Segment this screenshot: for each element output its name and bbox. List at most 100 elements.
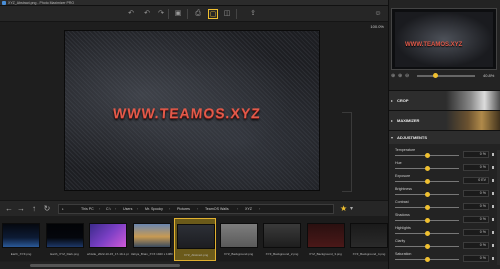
save-icon[interactable]: ▣: [173, 9, 183, 19]
filmstrip-scrollbar[interactable]: [0, 262, 388, 269]
section-label: MAXIMIZER: [397, 118, 420, 123]
adjustment-value-field[interactable]: 0 %: [463, 229, 489, 236]
section-label: ADJUSTMENTS: [397, 135, 428, 140]
scrollbar-thumb[interactable]: [30, 264, 180, 267]
adjustment-value-field[interactable]: 0 %: [463, 164, 489, 171]
breadcrumb-item[interactable]: This PC: [81, 205, 94, 214]
section-maximizer[interactable]: ▸ MAXIMIZER: [389, 110, 500, 130]
filmstrip-thumbnail[interactable]: Earth_XYZ_Dark.png: [44, 218, 86, 261]
adjustment-row-clarity: Clarity 0 %: [389, 239, 497, 251]
adjustment-value-field[interactable]: 0 %: [463, 255, 489, 262]
filmstrip-thumbnail[interactable]: XYZ_Background_3.png: [305, 218, 347, 261]
adjustment-slider-knob[interactable]: [425, 218, 430, 223]
undo-icon[interactable]: ↶: [126, 9, 136, 19]
breadcrumb-item[interactable]: XYZ: [245, 205, 252, 214]
breadcrumb-item[interactable]: C:\: [106, 205, 111, 214]
adjustment-value-field[interactable]: 0 %: [463, 151, 489, 158]
undo-all-icon[interactable]: ↶: [142, 9, 152, 19]
breadcrumb[interactable]: ▸ This PC › C:\ › Users › Mr. Spooky › P…: [58, 204, 334, 214]
toolbar-divider: [236, 9, 237, 19]
adjustment-slider-knob[interactable]: [425, 205, 430, 210]
breadcrumb-item[interactable]: TeamOS Walls: [205, 205, 229, 214]
print-icon[interactable]: ⎙: [193, 9, 203, 19]
adjustment-slider-knob[interactable]: [425, 231, 430, 236]
adjustment-slider-knob[interactable]: [425, 244, 430, 249]
adjustment-slider-knob[interactable]: [425, 166, 430, 171]
adjustment-slider-knob[interactable]: [425, 153, 430, 158]
zoom-level: 100.0%: [370, 24, 384, 29]
thumbnail-image: [89, 223, 127, 248]
filmstrip-thumbnail[interactable]: XYZ_Background_2.png: [261, 218, 303, 261]
adjustment-value-field[interactable]: 0 %: [463, 190, 489, 197]
up-icon[interactable]: ↑: [29, 204, 39, 214]
adjustment-label: Exposure: [395, 174, 411, 178]
redo-icon[interactable]: ↷: [156, 9, 166, 19]
refresh-icon[interactable]: ↻: [42, 204, 52, 214]
chevron-right-icon: ▸: [391, 98, 394, 103]
chevron-right-icon: ›: [237, 207, 239, 211]
navigator-image: WWW.TEAMOS.XYZ: [395, 12, 493, 67]
filmstrip-thumbnail[interactable]: XYZ_Abstract.png: [174, 218, 216, 261]
adjustment-label: Saturation: [395, 252, 412, 256]
image-workspace[interactable]: 100.0% WWW.TEAMOS.XYZ: [0, 22, 388, 200]
adjustment-label: Temperature: [395, 148, 416, 152]
navigator-zoom-value: 40.8%: [483, 73, 495, 78]
thumbnail-image: [45, 223, 84, 248]
back-icon[interactable]: ←: [4, 204, 14, 214]
adjustment-value-field[interactable]: 0 %: [463, 203, 489, 210]
section-crop[interactable]: ▸ CROP: [389, 90, 500, 110]
canvas-frame-edge: [342, 112, 352, 192]
adjustment-value-field[interactable]: 0 %: [463, 242, 489, 249]
adjustment-row-brightness: Brightness 0 %: [389, 187, 497, 199]
chevron-down-icon[interactable]: ▾: [350, 204, 353, 214]
adjustment-row-highlights: Highlights 0 %: [389, 226, 497, 238]
more-options-icon[interactable]: [492, 231, 494, 234]
image-watermark-text: WWW.TEAMOS.XYZ: [112, 105, 262, 121]
adjustment-slider-knob[interactable]: [425, 192, 430, 197]
adjustment-row-temperature: Temperature 0 %: [389, 148, 497, 160]
zoom-slider[interactable]: [417, 75, 475, 77]
more-options-icon[interactable]: [492, 218, 494, 221]
zoom-fit-icon[interactable]: ⊕: [391, 72, 395, 80]
filmstrip-thumbnail[interactable]: whistle_2022-10-15_17-19-1.png: [87, 218, 129, 261]
thumbnail-label: Earth_XYZ.png: [10, 252, 32, 256]
filmstrip-thumbnail[interactable]: Rahya_Brain_XYZ 1920 x 1080.png: [131, 218, 173, 261]
more-options-icon[interactable]: [492, 166, 494, 169]
share-icon[interactable]: ⇪: [248, 9, 258, 19]
more-options-icon[interactable]: [492, 153, 494, 156]
more-options-icon[interactable]: [492, 192, 494, 195]
more-options-icon[interactable]: [492, 205, 494, 208]
section-adjustments[interactable]: ▾ ADJUSTMENTS: [389, 130, 500, 144]
adjustment-value-field[interactable]: 0 EV: [463, 177, 489, 184]
chevron-right-icon: ▸: [391, 118, 394, 123]
thumbnail-label: whistle_2022-10-15_17-19-1.png: [87, 252, 129, 256]
filmstrip-thumbnail[interactable]: Earth_XYZ.png: [0, 218, 42, 261]
adjustment-slider-knob[interactable]: [425, 257, 430, 262]
thumbnail-image: [350, 223, 388, 248]
more-options-icon[interactable]: [492, 244, 494, 247]
more-options-icon[interactable]: [492, 179, 494, 182]
filmstrip-thumbnail[interactable]: XYZ_Background_4.png: [348, 218, 390, 261]
split-view-icon[interactable]: ◫: [222, 9, 232, 19]
breadcrumb-item[interactable]: Users: [123, 205, 132, 214]
thumbnail-image: [2, 223, 40, 248]
zoom-out-icon[interactable]: ⊖: [405, 72, 409, 80]
filmstrip-thumbnail[interactable]: XYZ_Background.png: [218, 218, 260, 261]
zoom-slider-knob[interactable]: [433, 73, 438, 78]
navigator-preview[interactable]: WWW.TEAMOS.XYZ: [391, 8, 497, 70]
app-icon: [2, 1, 6, 5]
more-options-icon[interactable]: [492, 257, 494, 260]
forward-icon[interactable]: →: [16, 204, 26, 214]
thumbnail-image: [132, 223, 171, 248]
thumbnail-image: [219, 223, 258, 248]
adjustment-value-field[interactable]: 0 %: [463, 216, 489, 223]
user-icon[interactable]: ☺: [372, 9, 384, 19]
breadcrumb-item[interactable]: Mr. Spooky: [145, 205, 163, 214]
adjustment-slider-knob[interactable]: [425, 179, 430, 184]
favorite-star-icon[interactable]: ★: [340, 204, 347, 214]
breadcrumb-item[interactable]: Pictures: [177, 205, 190, 214]
chevron-right-icon: ›: [259, 207, 261, 211]
zoom-in-icon[interactable]: ⊕: [398, 72, 402, 80]
single-view-icon[interactable]: ▢: [208, 9, 218, 19]
image-canvas[interactable]: WWW.TEAMOS.XYZ: [64, 30, 320, 191]
